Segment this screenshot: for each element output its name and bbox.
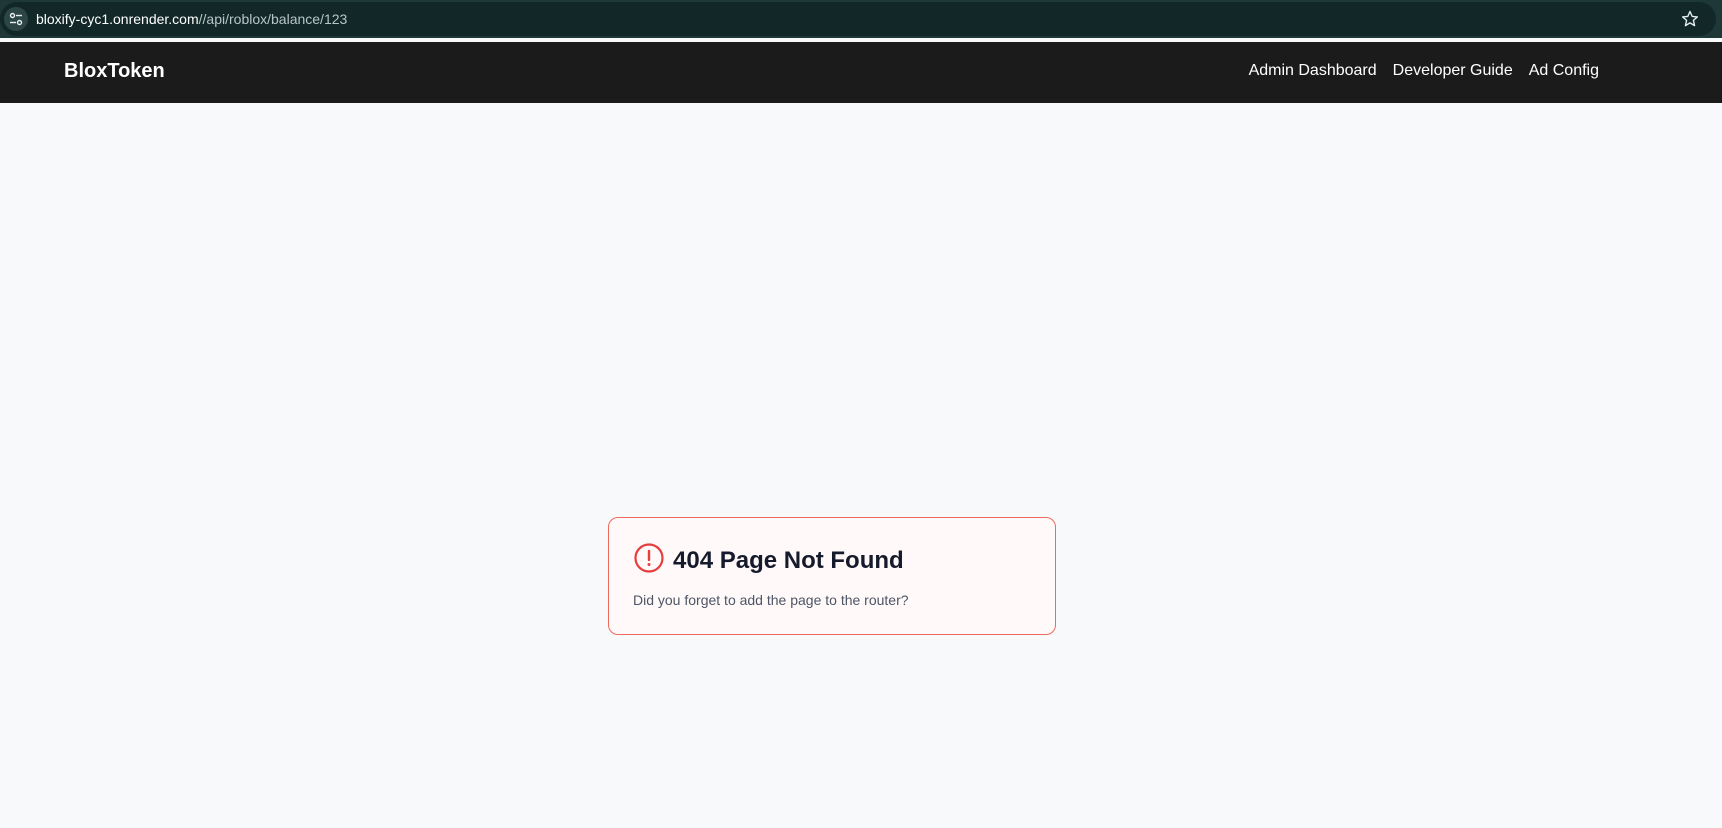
site-logo[interactable]: BloxToken [64, 60, 165, 83]
site-header: BloxToken Admin Dashboard Developer Guid… [0, 42, 1722, 103]
nav-developer-guide[interactable]: Developer Guide [1393, 62, 1513, 80]
error-message: Did you forget to add the page to the ro… [633, 592, 909, 608]
url-path: //api/roblox/balance/123 [198, 11, 348, 27]
error-card: 404 Page Not Found Did you forget to add… [608, 517, 1056, 635]
main-nav: Admin Dashboard Developer Guide Ad Confi… [1249, 62, 1599, 80]
error-title: 404 Page Not Found [673, 546, 904, 574]
url-host: bloxify-cyc1.onrender.com [36, 11, 199, 27]
error-card-header: 404 Page Not Found [633, 542, 904, 579]
alert-circle-icon [633, 542, 665, 579]
star-icon[interactable] [1680, 9, 1700, 29]
browser-address-bar: bloxify-cyc1.onrender.com//api/roblox/ba… [0, 0, 1722, 38]
omnibox[interactable]: bloxify-cyc1.onrender.com//api/roblox/ba… [0, 2, 1716, 36]
url-text[interactable]: bloxify-cyc1.onrender.com//api/roblox/ba… [36, 11, 347, 27]
nav-admin-dashboard[interactable]: Admin Dashboard [1249, 62, 1377, 80]
nav-ad-config[interactable]: Ad Config [1529, 62, 1599, 80]
site-info-icon[interactable] [4, 7, 28, 31]
